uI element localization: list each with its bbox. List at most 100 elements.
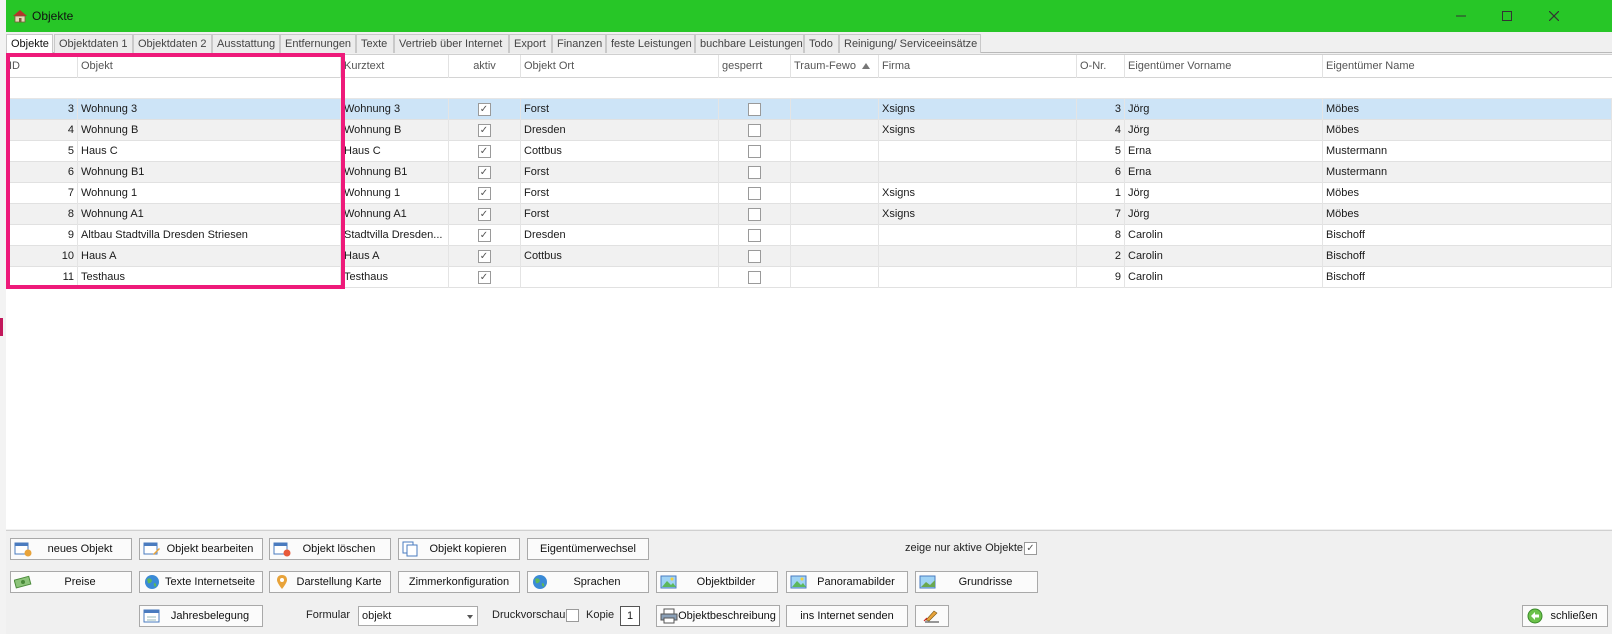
minimize-button[interactable]: [1446, 6, 1476, 26]
tab-objekte[interactable]: Objekte: [6, 34, 53, 54]
objekt-bearbeiten-label: Objekt bearbeiten: [166, 543, 254, 555]
formular-label: Formular: [306, 609, 351, 621]
column-header-kurztext[interactable]: Kurztext: [341, 55, 449, 78]
cell-gesperrt-checkbox[interactable]: [747, 208, 761, 221]
column-header-o-nr[interactable]: O-Nr.: [1077, 55, 1125, 78]
column-header-gesperrt[interactable]: gesperrt: [719, 55, 791, 78]
cell-kurztext: Haus A: [341, 246, 449, 267]
tab-feste-leistungen[interactable]: feste Leistungen: [606, 34, 695, 53]
schliessen-button[interactable]: schließen: [1522, 605, 1608, 627]
signature-button[interactable]: [915, 605, 949, 627]
tab-entfernungen[interactable]: Entfernungen: [280, 34, 356, 53]
table-row[interactable]: 8 Wohnung A1 Wohnung A1 ✓ Forst Xsigns 7 Jörg Mö…: [6, 204, 1612, 225]
tab-texte[interactable]: Texte: [356, 34, 394, 53]
cell-gesperrt-checkbox[interactable]: [747, 124, 761, 137]
cell-gesperrt-checkbox[interactable]: [747, 145, 761, 158]
cell-eigentuemer-name: Mustermann: [1323, 141, 1612, 162]
column-header-objekt-ort[interactable]: Objekt Ort: [521, 55, 719, 78]
tab-reinigung-serviceeinsaetze[interactable]: Reinigung/ Serviceeinsätze: [839, 34, 981, 53]
darstellung-karte-button[interactable]: Darstellung Karte: [269, 571, 391, 593]
column-header-eigentuemer-name[interactable]: Eigentümer Name: [1323, 55, 1612, 78]
printer-icon: [660, 608, 678, 624]
maximize-button[interactable]: [1492, 6, 1522, 26]
cell-aktiv-checkbox[interactable]: ✓: [477, 250, 491, 263]
cell-aktiv-checkbox[interactable]: ✓: [477, 145, 491, 158]
tab-todo[interactable]: Todo: [804, 34, 839, 53]
tab-objektdaten-2[interactable]: Objektdaten 2: [133, 34, 212, 53]
objekt-bearbeiten-button[interactable]: Objekt bearbeiten: [139, 538, 263, 560]
table-row[interactable]: 6 Wohnung B1 Wohnung B1 ✓ Forst 6 Erna Musterma…: [6, 162, 1612, 183]
nur-aktive-checkbox[interactable]: ✓: [1024, 542, 1037, 555]
cell-gesperrt-checkbox[interactable]: [747, 166, 761, 179]
table-row[interactable]: 10 Haus A Haus A ✓ Cottbus 2 Carolin Bischoff: [6, 246, 1612, 267]
objekt-kopieren-button[interactable]: Objekt kopieren: [398, 538, 520, 560]
zimmerkonfiguration-button[interactable]: Zimmerkonfiguration: [398, 571, 520, 593]
neues-objekt-button[interactable]: neues Objekt: [10, 538, 132, 560]
cell-aktiv-checkbox[interactable]: ✓: [477, 229, 491, 242]
column-header-traum-fewo[interactable]: Traum-Fewo: [791, 55, 879, 78]
cell-gesperrt-checkbox[interactable]: [747, 103, 761, 116]
cell-aktiv: ✓: [449, 225, 521, 246]
objektbeschreibung-button[interactable]: Objektbeschreibung: [656, 605, 780, 627]
cell-objekt-ort: [521, 267, 719, 288]
table-row[interactable]: 11 Testhaus Testhaus ✓ 9 Carolin Bischoff: [6, 267, 1612, 288]
money-icon: [14, 575, 32, 589]
column-header-firma[interactable]: Firma: [879, 55, 1077, 78]
table-row[interactable]: 5 Haus C Haus C ✓ Cottbus 5 Erna Mustermann: [6, 141, 1612, 162]
house-app-icon: [13, 10, 27, 23]
tab-objektdaten-1[interactable]: Objektdaten 1: [54, 34, 133, 53]
cell-objekt-ort: Cottbus: [521, 141, 719, 162]
action-toolbar: neues Objekt Objekt bearbeiten Objekt lö…: [6, 530, 1612, 634]
kopie-input[interactable]: 1: [620, 606, 640, 626]
cell-gesperrt: [719, 225, 791, 246]
column-header-objekt[interactable]: Objekt: [78, 55, 341, 78]
panoramabilder-button[interactable]: Panoramabilder: [786, 571, 908, 593]
cell-id: 4: [6, 120, 78, 141]
grundrisse-button[interactable]: Grundrisse: [915, 571, 1038, 593]
cell-gesperrt-checkbox[interactable]: [747, 187, 761, 200]
cell-aktiv: ✓: [449, 183, 521, 204]
druckvorschau-checkbox[interactable]: [566, 609, 579, 622]
preise-button[interactable]: Preise: [10, 571, 132, 593]
filter-row[interactable]: [6, 78, 1612, 99]
column-header-id[interactable]: ID: [6, 55, 78, 78]
cell-aktiv-checkbox[interactable]: ✓: [477, 208, 491, 221]
cell-aktiv-checkbox[interactable]: ✓: [477, 103, 491, 116]
sprachen-button[interactable]: Sprachen: [527, 571, 649, 593]
tab-ausstattung[interactable]: Ausstattung: [212, 34, 280, 53]
objektbilder-button[interactable]: Objektbilder: [656, 571, 778, 593]
ins-internet-senden-button[interactable]: ins Internet senden: [786, 605, 908, 627]
cell-gesperrt-checkbox[interactable]: [747, 229, 761, 242]
cell-objekt: Altbau Stadtvilla Dresden Striesen: [78, 225, 341, 246]
cell-aktiv-checkbox[interactable]: ✓: [477, 271, 491, 284]
objekt-loeschen-button[interactable]: Objekt löschen: [269, 538, 391, 560]
column-header-eigentuemer-vorname[interactable]: Eigentümer Vorname: [1125, 55, 1323, 78]
eigentuemerwechsel-button[interactable]: Eigentümerwechsel: [527, 538, 649, 560]
jahresbelegung-button[interactable]: Jahresbelegung: [139, 605, 263, 627]
tab-export[interactable]: Export: [509, 34, 552, 53]
cell-gesperrt-checkbox[interactable]: [747, 271, 761, 284]
cell-aktiv-checkbox[interactable]: ✓: [477, 166, 491, 179]
table-row[interactable]: 4 Wohnung B Wohnung B ✓ Dresden Xsigns 4 Jörg Mö…: [6, 120, 1612, 141]
close-window-button[interactable]: [1539, 6, 1569, 26]
table-row[interactable]: 9 Altbau Stadtvilla Dresden Striesen Stadt…: [6, 225, 1612, 246]
tab-finanzen[interactable]: Finanzen: [552, 34, 606, 53]
desktop-edge-marker: [0, 318, 3, 336]
table-row[interactable]: 7 Wohnung 1 Wohnung 1 ✓ Forst Xsigns 1 Jörg Möbe…: [6, 183, 1612, 204]
cell-aktiv-checkbox[interactable]: ✓: [477, 187, 491, 200]
cell-eigentuemer-vorname: Erna: [1125, 141, 1323, 162]
cell-aktiv-checkbox[interactable]: ✓: [477, 124, 491, 137]
column-header-aktiv[interactable]: aktiv: [449, 55, 521, 78]
texte-internetseite-button[interactable]: Texte Internetseite: [139, 571, 263, 593]
cell-objekt: Haus A: [78, 246, 341, 267]
cell-gesperrt-checkbox[interactable]: [747, 250, 761, 263]
formular-select[interactable]: objekt: [358, 606, 478, 626]
cell-firma: [879, 162, 1077, 183]
back-arrow-icon: [1527, 608, 1543, 624]
tab-buchbare-leistungen[interactable]: buchbare Leistungen: [695, 34, 804, 53]
cell-firma: Xsigns: [879, 183, 1077, 204]
preise-label: Preise: [64, 576, 96, 588]
cell-objekt: Wohnung A1: [78, 204, 341, 225]
table-row[interactable]: 3 Wohnung 3 Wohnung 3 ✓ Forst Xsigns 3 Jörg Möbe…: [6, 99, 1612, 120]
tab-vertrieb-internet[interactable]: Vertrieb über Internet: [394, 34, 509, 53]
